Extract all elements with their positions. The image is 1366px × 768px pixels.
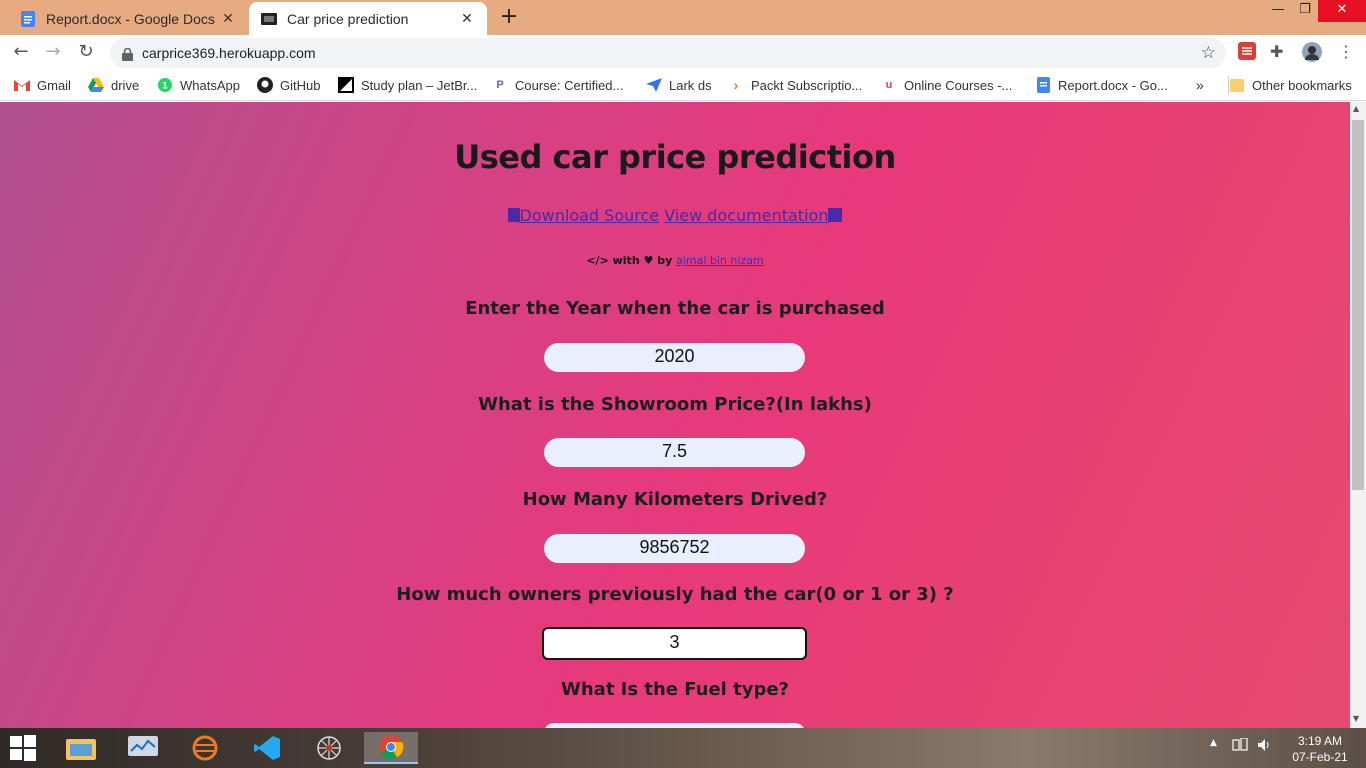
lark-icon <box>646 77 662 93</box>
bookmark-other[interactable]: Other bookmarks <box>1228 76 1352 94</box>
browser-toolbar: ← → ↻ carprice369.herokuapp.com ☆ ✚ ⋮ <box>0 35 1366 69</box>
system-clock[interactable]: 3:19 AM 07-Feb-21 <box>1285 733 1355 765</box>
view-documentation-link[interactable]: View documentation <box>664 206 843 225</box>
owners-input[interactable]: 3 <box>542 627 807 660</box>
year-label: Enter the Year when the car is purchased <box>465 298 885 319</box>
showroom-price-label: What is the Showroom Price?(In lakhs) <box>478 394 872 415</box>
bookmark-report-docx[interactable]: Report.docx - Go... <box>1035 76 1168 94</box>
back-button[interactable]: ← <box>8 40 34 64</box>
udemy-icon: u <box>885 79 893 91</box>
bookmark-packt[interactable]: › Packt Subscriptio... <box>728 76 863 94</box>
google-docs-icon <box>20 10 36 27</box>
bookmark-drive[interactable]: drive <box>88 76 139 94</box>
vscode-icon[interactable] <box>250 732 284 764</box>
scrollbar-thumb[interactable] <box>1352 120 1364 490</box>
bookmark-star-icon[interactable]: ☆ <box>1201 43 1216 63</box>
tab-title: Report.docx - Google Docs <box>46 10 215 27</box>
page-content: Used car price prediction Download Sourc… <box>0 102 1350 728</box>
file-explorer-icon[interactable] <box>64 732 98 764</box>
chrome-taskbar-icon[interactable] <box>364 732 418 764</box>
gmail-icon <box>14 77 30 93</box>
tab-car-price-prediction[interactable]: Car price prediction ✕ <box>249 2 487 35</box>
tab-strip: Report.docx - Google Docs ✕ Car price pr… <box>0 0 1366 35</box>
author-link[interactable]: ajmal bin nizam <box>676 254 764 267</box>
clock-time: 3:19 AM <box>1297 734 1343 748</box>
bookmark-study-plan[interactable]: Study plan – JetBr... <box>338 76 477 94</box>
bookmark-lark-ds[interactable]: Lark ds <box>646 76 712 94</box>
heart-icon: ♥ <box>643 254 654 267</box>
bookmark-online-courses[interactable]: u Online Courses -... <box>881 76 1013 94</box>
todoist-extension-icon[interactable] <box>1238 42 1258 62</box>
profile-avatar[interactable] <box>1302 42 1322 62</box>
svg-text:1: 1 <box>162 82 168 92</box>
forward-button[interactable]: → <box>40 40 66 64</box>
restore-button[interactable]: ❐ <box>1292 0 1318 22</box>
links-row: Download Source View documentation <box>0 206 1350 225</box>
tab-title: Car price prediction <box>287 10 409 27</box>
download-source-link[interactable]: Download Source <box>507 206 659 225</box>
new-tab-button[interactable]: + <box>497 6 521 30</box>
scroll-up-icon[interactable]: ▲ <box>1353 104 1359 113</box>
minimize-button[interactable]: — <box>1264 0 1292 22</box>
bookmarks-bar: Gmail drive 1 WhatsApp GitHub Study plan… <box>0 69 1366 101</box>
kilometers-input[interactable]: 9856752 <box>544 534 805 563</box>
google-drive-icon <box>88 77 104 93</box>
scroll-down-icon[interactable]: ▼ <box>1353 714 1359 723</box>
folder-icon <box>1229 77 1245 93</box>
close-window-button[interactable]: ✕ <box>1318 0 1366 22</box>
download-icon <box>507 208 520 222</box>
showroom-price-input[interactable]: 7.5 <box>544 438 805 467</box>
packt-icon: › <box>733 77 739 93</box>
close-tab-icon[interactable]: ✕ <box>459 11 475 27</box>
whatsapp-icon: 1 <box>157 77 173 93</box>
resource-monitor-icon[interactable] <box>126 732 160 764</box>
close-tab-icon[interactable]: ✕ <box>220 11 236 27</box>
tab-google-docs[interactable]: Report.docx - Google Docs ✕ <box>8 2 248 35</box>
address-bar[interactable]: carprice369.herokuapp.com ☆ <box>110 38 1226 68</box>
windows-taskbar: ▲ 3:19 AM 07-Feb-21 <box>0 728 1366 768</box>
spider-app-icon[interactable] <box>312 732 346 764</box>
external-link-icon <box>828 208 843 222</box>
network-icon[interactable] <box>1232 737 1248 755</box>
lock-icon[interactable] <box>122 46 133 65</box>
bookmark-github[interactable]: GitHub <box>257 76 320 94</box>
windows-start-icon[interactable] <box>6 732 40 764</box>
eclipse-icon[interactable] <box>188 732 222 764</box>
tray-overflow-chevron-icon[interactable]: ▲ <box>1210 738 1217 748</box>
menu-kebab-icon[interactable]: ⋮ <box>1336 42 1356 62</box>
bookmark-gmail[interactable]: Gmail <box>14 76 71 94</box>
fuel-type-label: What Is the Fuel type? <box>561 679 789 700</box>
site-favicon-icon <box>261 11 277 27</box>
year-input[interactable]: 2020 <box>544 343 805 372</box>
volume-icon[interactable] <box>1257 738 1273 755</box>
bookmark-course-certified[interactable]: P Course: Certified... <box>492 76 623 94</box>
pluralsight-p-icon: P <box>496 79 504 91</box>
page-title: Used car price prediction <box>454 138 896 176</box>
url-text: carprice369.herokuapp.com <box>142 45 316 61</box>
owners-label: How much owners previously had the car(0… <box>396 584 954 605</box>
page-scrollbar[interactable]: ▲ ▼ <box>1350 102 1366 728</box>
more-bookmarks-chevron-icon[interactable]: » <box>1196 76 1204 94</box>
jetbrains-icon <box>338 77 354 93</box>
extensions-puzzle-icon[interactable]: ✚ <box>1270 42 1290 62</box>
github-icon <box>257 77 273 93</box>
kilometers-label: How Many Kilometers Drived? <box>522 489 828 510</box>
credit-line: </> with ♥ by ajmal bin nizam <box>586 254 764 267</box>
bookmark-whatsapp[interactable]: 1 WhatsApp <box>157 76 240 94</box>
reload-button[interactable]: ↻ <box>73 40 99 64</box>
clock-date: 07-Feb-21 <box>1292 750 1348 764</box>
google-docs-icon <box>1035 77 1051 93</box>
